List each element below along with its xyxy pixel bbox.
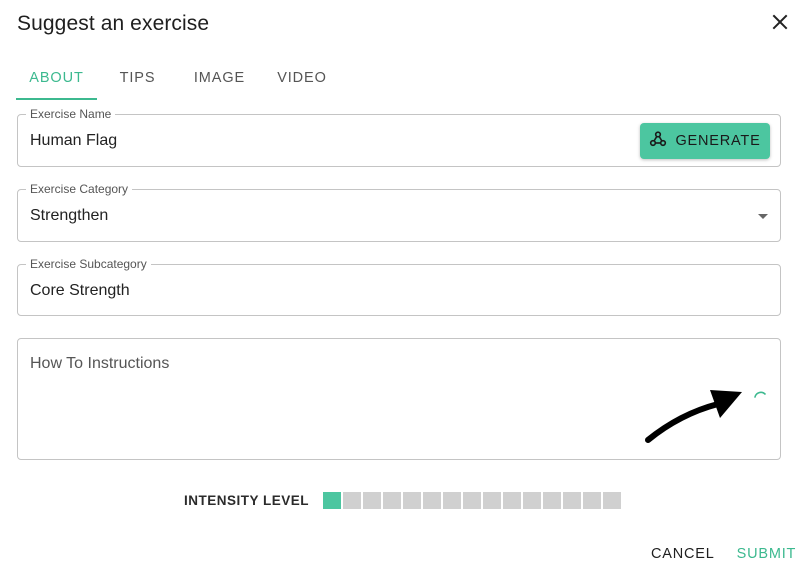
intensity-segment[interactable] xyxy=(383,492,402,509)
intensity-segment[interactable] xyxy=(403,492,422,509)
exercise-name-value[interactable]: Human Flag xyxy=(30,132,117,150)
generate-button-label: GENERATE xyxy=(675,133,761,149)
tab-video[interactable]: VIDEO xyxy=(261,56,343,100)
exercise-category-value[interactable]: Strengthen xyxy=(30,207,108,225)
intensity-level: INTENSITY LEVEL xyxy=(184,492,622,509)
intensity-segment[interactable] xyxy=(423,492,442,509)
exercise-name-field[interactable]: Exercise Name Human Flag GENERATE xyxy=(17,107,781,167)
loading-spinner-icon xyxy=(752,389,770,412)
intensity-level-label: INTENSITY LEVEL xyxy=(184,493,310,508)
intensity-segment[interactable] xyxy=(503,492,522,509)
intensity-segment[interactable] xyxy=(323,492,342,509)
dropdown-arrow-icon[interactable] xyxy=(758,214,768,219)
intensity-segment[interactable] xyxy=(543,492,562,509)
intensity-segment[interactable] xyxy=(583,492,602,509)
intensity-bar[interactable] xyxy=(323,492,622,509)
annotation-arrow-icon xyxy=(640,378,750,453)
close-button[interactable] xyxy=(766,10,794,38)
cancel-button[interactable]: CANCEL xyxy=(640,544,726,564)
exercise-category-select[interactable]: Exercise Category Strengthen xyxy=(17,182,781,242)
intensity-segment[interactable] xyxy=(563,492,582,509)
exercise-subcategory-field[interactable]: Exercise Subcategory Core Strength xyxy=(17,257,781,316)
intensity-segment[interactable] xyxy=(363,492,382,509)
exercise-name-label: Exercise Name xyxy=(26,107,116,121)
tab-about[interactable]: ABOUT xyxy=(16,56,97,100)
exercise-subcategory-label: Exercise Subcategory xyxy=(26,257,151,271)
tab-bar: ABOUT TIPS IMAGE VIDEO xyxy=(16,56,343,100)
exercise-subcategory-value[interactable]: Core Strength xyxy=(30,282,130,300)
how-to-instructions-placeholder[interactable]: How To Instructions xyxy=(30,355,169,373)
dialog-actions: CANCEL SUBMIT xyxy=(640,544,800,564)
intensity-segment[interactable] xyxy=(343,492,362,509)
dialog-title: Suggest an exercise xyxy=(17,12,210,35)
intensity-segment[interactable] xyxy=(483,492,502,509)
intensity-segment[interactable] xyxy=(523,492,542,509)
exercise-category-label: Exercise Category xyxy=(26,182,133,196)
intensity-segment[interactable] xyxy=(603,492,622,509)
submit-button[interactable]: SUBMIT xyxy=(726,544,800,564)
tab-image[interactable]: IMAGE xyxy=(178,56,261,100)
tab-tips[interactable]: TIPS xyxy=(97,56,178,100)
close-icon xyxy=(772,14,788,35)
intensity-segment[interactable] xyxy=(463,492,482,509)
generate-button[interactable]: GENERATE xyxy=(640,123,770,159)
webhook-icon xyxy=(649,130,667,153)
suggest-exercise-dialog: Suggest an exercise ABOUT TIPS IMAGE VID… xyxy=(0,0,800,577)
intensity-segment[interactable] xyxy=(443,492,462,509)
